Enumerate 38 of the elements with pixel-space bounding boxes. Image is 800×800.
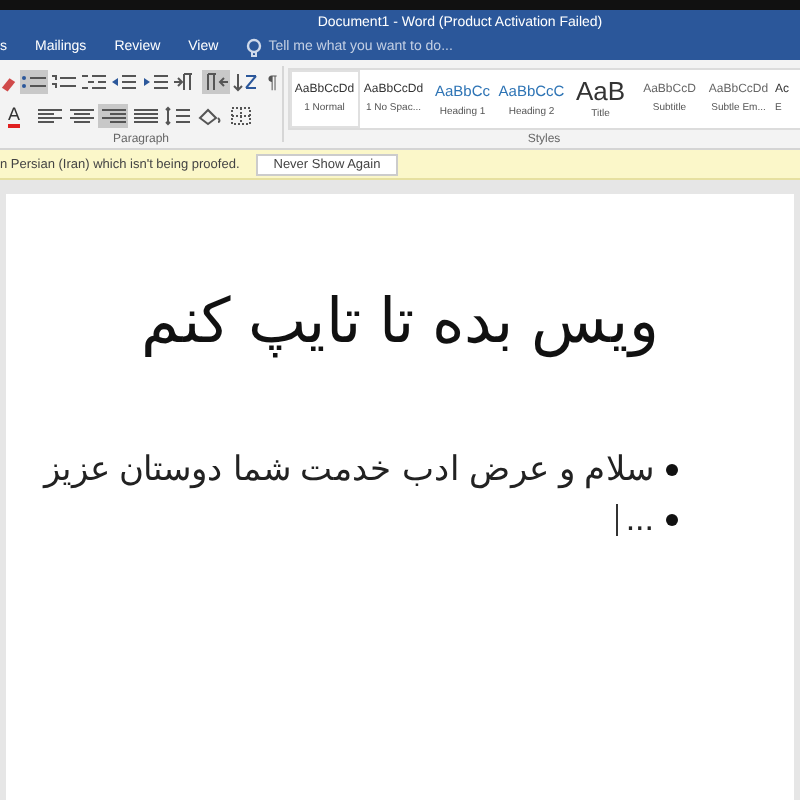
align-left-icon — [35, 106, 64, 126]
toolbar-button[interactable] — [130, 104, 161, 128]
paint-bucket-icon — [195, 106, 224, 126]
line-spacing-icon — [163, 106, 192, 126]
toolbar-button[interactable] — [98, 104, 129, 128]
toolbar-button[interactable] — [141, 70, 170, 94]
toolbar-button[interactable] — [202, 70, 231, 94]
bullet-icon — [666, 514, 678, 526]
numbered-list-icon — [49, 72, 78, 92]
toolbar-button[interactable] — [34, 104, 65, 128]
borders-icon — [227, 106, 256, 126]
font-color-button[interactable]: A — [8, 105, 21, 127]
right-to-left-icon — [202, 72, 231, 92]
decrease-indent-icon — [110, 72, 139, 92]
justify-icon — [131, 106, 160, 126]
bullet-list-icon — [19, 72, 48, 92]
sort-icon — [232, 72, 261, 92]
increase-indent-icon — [141, 72, 170, 92]
align-right-icon — [99, 106, 128, 126]
toolbar-button[interactable] — [226, 104, 257, 128]
toolbar-button[interactable] — [232, 70, 262, 94]
toolbar-button[interactable] — [194, 104, 225, 128]
toolbar-button[interactable] — [162, 104, 193, 128]
multilevel-list-icon — [80, 72, 109, 92]
list-item-text: سلام و عرض ادب خدمت شما دوستان عزیز — [43, 448, 654, 490]
list-item-text: ... — [625, 500, 654, 540]
align-center-icon — [67, 106, 96, 126]
lightbulb-icon — [246, 37, 263, 57]
toolbar-button[interactable] — [80, 70, 109, 94]
eraser-icon — [0, 72, 18, 92]
toolbar-button[interactable] — [19, 70, 48, 94]
show-marks-button[interactable]: ¶ — [263, 72, 283, 92]
toolbar-button[interactable] — [110, 70, 140, 94]
bullet-icon — [666, 463, 678, 475]
style-preview: AaB — [575, 79, 626, 101]
toolbar-button[interactable] — [49, 70, 79, 94]
heading-text: ویس بده تا تایپ کنم — [140, 286, 660, 356]
toolbar-button[interactable] — [66, 104, 97, 128]
